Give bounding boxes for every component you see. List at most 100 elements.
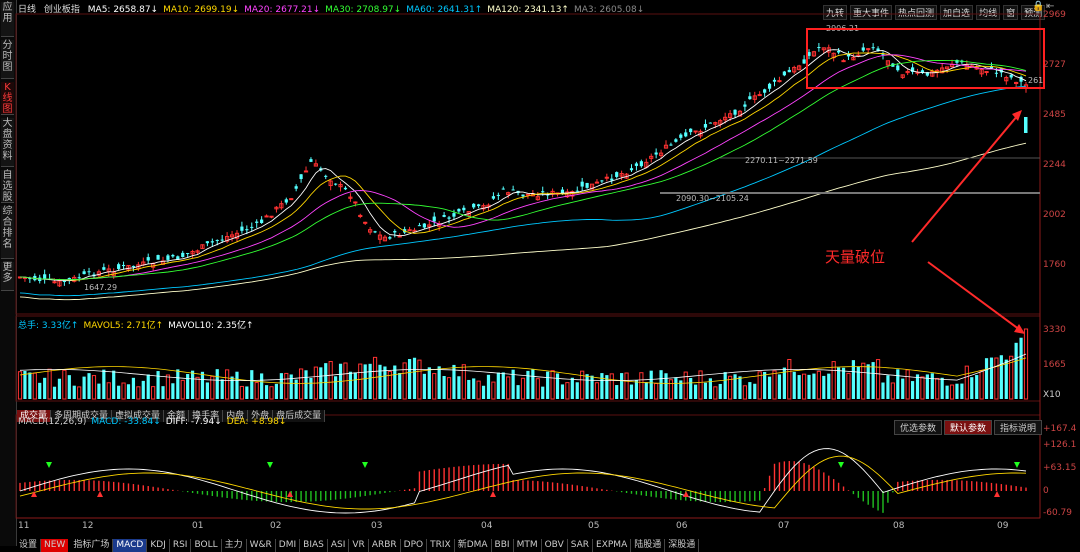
volume-bar: [402, 362, 407, 400]
volume-bar: [841, 367, 846, 399]
macd-param-btn-2[interactable]: 指标说明: [994, 420, 1043, 435]
volume-bar: [186, 374, 190, 399]
candle-body: [757, 94, 762, 97]
volume-bar: [57, 378, 62, 399]
price-tick: 2485: [1043, 110, 1066, 120]
volume-bar: [668, 379, 674, 400]
volume-bar: [378, 364, 382, 399]
volume-bar: [560, 384, 565, 399]
candle-body: [703, 124, 708, 128]
candle-body: [52, 281, 57, 284]
volume-tick: 3330: [1043, 325, 1066, 335]
volume-bar: [984, 358, 989, 399]
candle-body: [629, 168, 634, 171]
macd-header: MACD(12,26,9) MACD: -33.84↓ DIFF: -7.94↓ DE…: [18, 417, 291, 427]
volume-bar: [634, 380, 639, 399]
arrow-up-line: [911, 114, 1019, 243]
volume-bar: [294, 379, 298, 399]
volume-bar: [875, 359, 881, 400]
candle-body: [496, 194, 500, 196]
volume-bar: [555, 373, 560, 399]
candle-body: [541, 191, 545, 193]
volume-bar: [748, 382, 752, 399]
candle-body: [77, 277, 81, 279]
price-annotation: 2090.30~2105.24: [676, 194, 749, 203]
candle-body: [264, 215, 269, 218]
volume-bar: [348, 371, 353, 399]
volume-bar: [38, 382, 42, 399]
volume-bar: [792, 371, 796, 399]
volume-bar: [772, 370, 777, 400]
volume-bar: [629, 384, 634, 399]
volume-bar: [620, 373, 624, 399]
volume-bar: [1004, 359, 1008, 399]
volume-bar: [254, 382, 259, 400]
volume-bar: [476, 380, 481, 400]
volume-bar: [994, 357, 999, 400]
candle-body: [679, 134, 683, 138]
candle-body: [841, 60, 846, 63]
volume-bar: [417, 359, 422, 400]
volume-bar: [1023, 328, 1029, 400]
volume-bar: [117, 385, 121, 399]
volume-bar: [639, 372, 644, 400]
candle-body: [156, 255, 160, 260]
price-tick: 2002: [1043, 210, 1066, 220]
volume-bar: [304, 370, 308, 399]
volume-bar: [970, 377, 974, 399]
candle-body: [269, 215, 274, 218]
volume-bar: [97, 383, 101, 399]
candle-body: [407, 229, 412, 232]
volume-bar: [298, 368, 304, 400]
volume-bar: [718, 383, 722, 399]
volume-bar: [82, 376, 86, 399]
volume-bar: [121, 382, 126, 400]
macd-label-3: DEA: +8.98↓: [226, 417, 287, 427]
volume-bar: [146, 374, 150, 399]
volume-bar: [156, 371, 160, 399]
candle-body: [215, 239, 219, 241]
volume-bar: [353, 372, 357, 399]
candle-body: [343, 187, 348, 190]
candle-body: [772, 79, 777, 82]
volume-bar: [964, 365, 969, 400]
date-label: 09: [997, 521, 1009, 531]
volume-bar: [131, 377, 136, 399]
volume-bar: [861, 362, 866, 400]
candle-body: [87, 271, 91, 273]
candle-body: [472, 203, 476, 208]
price-annotation: 2270.11~2271.59: [745, 156, 818, 165]
price-annotation: 261: [1028, 76, 1043, 85]
candle-body: [639, 161, 643, 167]
candle-body: [245, 229, 249, 231]
volume-bar: [979, 370, 984, 400]
volume-bar: [881, 382, 885, 399]
volume-bar: [801, 373, 807, 400]
candle-body: [284, 199, 288, 203]
volume-bar: [896, 369, 900, 399]
volume-bar: [856, 366, 860, 399]
volume-bar: [383, 366, 387, 399]
macd-param-btn-0[interactable]: 优选参数: [894, 420, 943, 435]
candle-body: [117, 264, 121, 269]
macd-param-btn-1[interactable]: 默认参数: [944, 420, 993, 435]
candle-body: [782, 71, 786, 76]
volume-bar: [358, 363, 363, 400]
volume-bar: [284, 372, 289, 400]
date-label: 03: [371, 521, 383, 531]
candle-body: [462, 207, 466, 211]
volume-bar: [260, 373, 264, 399]
volume-bar: [309, 377, 313, 399]
volume-bar: [102, 369, 106, 399]
volume-bar: [570, 377, 574, 399]
macd-tick: 0: [1043, 486, 1049, 496]
macd-label-2: DIFF: -7.94↓: [165, 417, 222, 427]
candle-body: [363, 221, 368, 224]
date-label: 06: [676, 521, 688, 531]
candle-body: [393, 230, 397, 233]
volume-bar: [264, 385, 269, 399]
sell-signal-icon: [1014, 462, 1020, 468]
candle-body: [43, 274, 47, 279]
volume-bar: [837, 367, 841, 399]
candle-body: [171, 254, 175, 257]
